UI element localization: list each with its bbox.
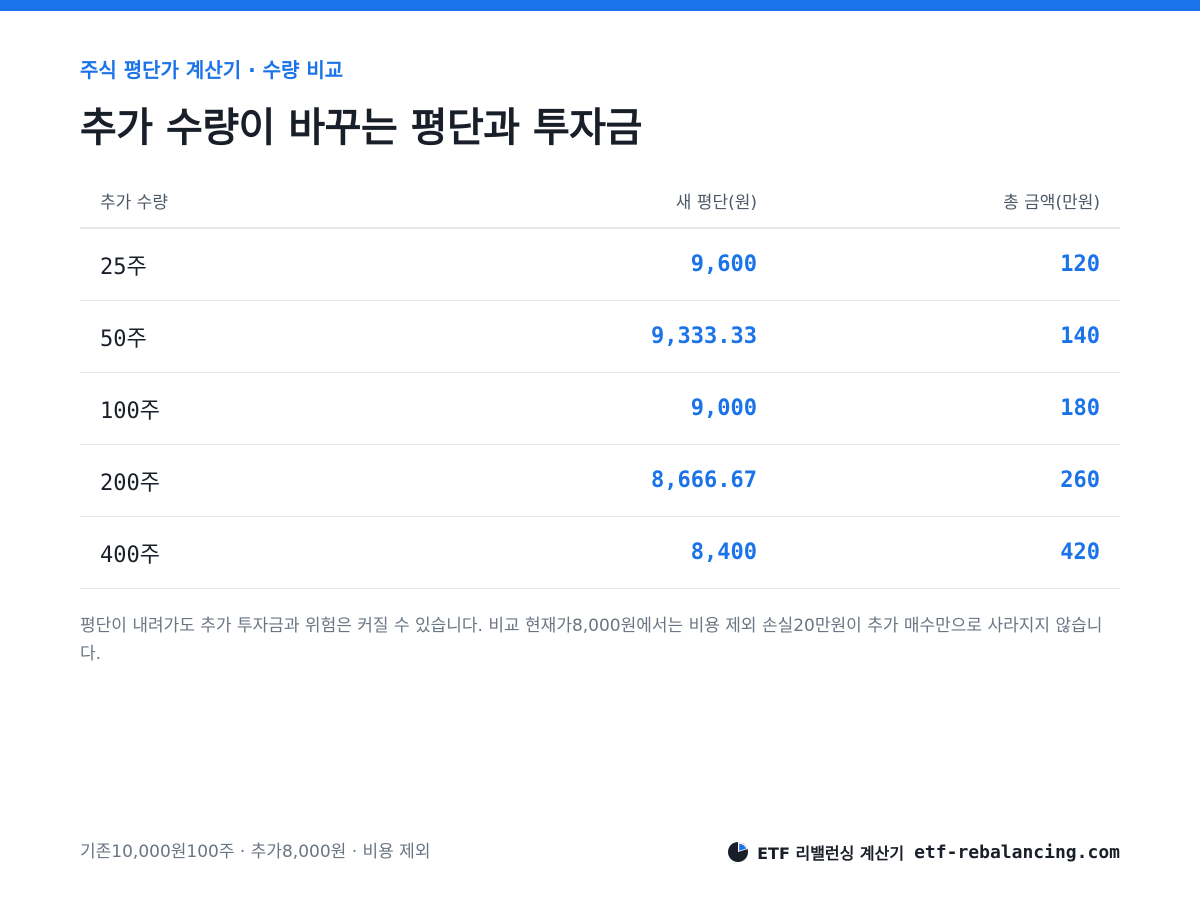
column-header-total-amount: 총 금액(만원) [777, 174, 1120, 229]
cell-average-price: 9,000 [434, 372, 777, 445]
brand-url-link[interactable]: etf-rebalancing.com [914, 842, 1120, 863]
assumptions-caption: 기존10,000원100주 · 추가8,000원 · 비용 제외 [80, 842, 431, 862]
cell-total-amount: 180 [777, 372, 1120, 445]
table-body: 25주 9,600 120 50주 9,333.33 140 100주 9,00… [80, 228, 1120, 589]
page-title: 추가 수량이 바꾸는 평단과 투자금 [80, 105, 642, 151]
cell-quantity: 400주 [80, 516, 434, 589]
table-row: 100주 9,000 180 [80, 372, 1120, 445]
brand-name: ETF 리밸런싱 계산기 [757, 844, 905, 863]
cell-quantity: 100주 [80, 372, 434, 445]
comparison-table-container: 추가 수량 새 평단(원) 총 금액(만원) 25주 9,600 120 50주… [80, 174, 1120, 589]
comparison-table: 추가 수량 새 평단(원) 총 금액(만원) 25주 9,600 120 50주… [80, 174, 1120, 589]
footnote-text: 평단이 내려가도 추가 투자금과 위험은 커질 수 있습니다. 비교 현재가8,… [80, 616, 1103, 664]
table-row: 50주 9,333.33 140 [80, 300, 1120, 373]
top-accent-bar [0, 0, 1200, 11]
table-row: 400주 8,400 420 [80, 516, 1120, 589]
cell-average-price: 8,400 [434, 516, 777, 589]
cell-quantity: 50주 [80, 300, 434, 373]
cell-total-amount: 140 [777, 300, 1120, 373]
eyebrow-label: 주식 평단가 계산기 · 수량 비교 [80, 58, 344, 82]
cell-average-price: 9,600 [434, 228, 777, 301]
cell-quantity: 200주 [80, 444, 434, 517]
cell-total-amount: 420 [777, 516, 1120, 589]
cell-quantity: 25주 [80, 228, 434, 301]
pie-chart-icon [727, 841, 749, 863]
cell-total-amount: 120 [777, 228, 1120, 301]
table-header: 추가 수량 새 평단(원) 총 금액(만원) [80, 174, 1120, 229]
table-header-row: 추가 수량 새 평단(원) 총 금액(만원) [80, 174, 1120, 229]
cell-total-amount: 260 [777, 444, 1120, 517]
column-header-average-price: 새 평단(원) [434, 174, 777, 229]
cell-average-price: 9,333.33 [434, 300, 777, 373]
cell-average-price: 8,666.67 [434, 444, 777, 517]
table-row: 200주 8,666.67 260 [80, 444, 1120, 517]
table-row: 25주 9,600 120 [80, 228, 1120, 301]
column-header-quantity: 추가 수량 [80, 174, 434, 229]
brand-footer[interactable]: ETF 리밸런싱 계산기 etf-rebalancing.com [727, 838, 1120, 866]
